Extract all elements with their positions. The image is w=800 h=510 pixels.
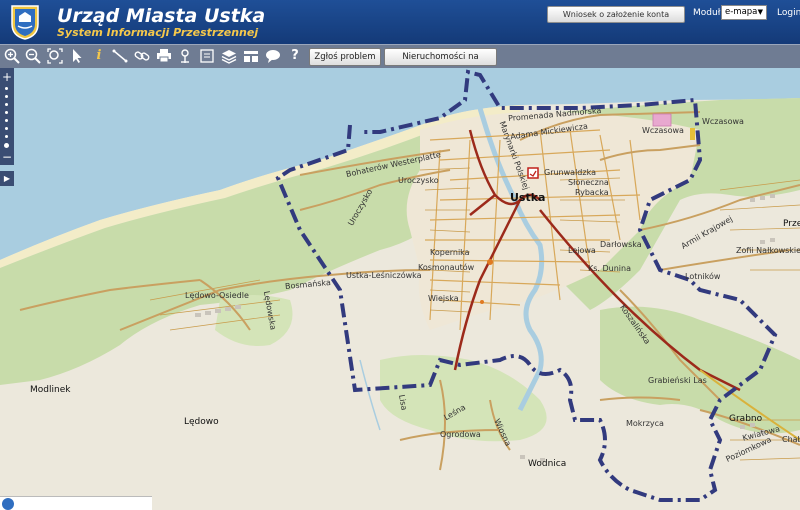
zoom-out-icon[interactable] [25,48,41,64]
legend-icon[interactable] [243,48,259,64]
zoom-level-dot[interactable] [5,135,8,138]
help-icon[interactable]: ? [287,48,303,64]
zoom-level-current[interactable] [4,143,9,148]
map-label-zofii: Zofii Nałkowskiej [736,246,800,255]
module-label: Moduł [693,8,721,18]
zoom-bar-plus-button[interactable]: + [0,71,14,83]
map-label-ustka: Ustka [510,191,546,204]
map-label-wiejska: Wiejska [428,294,459,303]
scale-bar [0,496,152,510]
map-label-darlowska: Darłowska [600,240,642,249]
zoom-in-icon[interactable] [4,48,20,64]
map-label-dunina: Ks. Dunina [588,264,631,273]
locate-icon[interactable] [177,48,193,64]
zoom-level-dot[interactable] [5,95,8,98]
module-select-value: e-mapa [725,7,758,17]
map-label-grabienski-las: Grabieński Las [648,376,707,385]
real-estate-for-sale-button[interactable]: Nieruchomości na sprzedaż [384,48,497,78]
layers-icon[interactable] [221,48,237,64]
scale-indicator-icon [2,498,14,510]
account-request-button[interactable]: Wniosek o założenie konta [547,6,685,23]
chevron-down-icon: ▼ [757,8,763,16]
map-label-mokrzyca: Mokrzyca [626,419,664,428]
zoom-level-dot[interactable] [5,119,8,122]
map-label-wczasowa: Wczasowa [642,126,684,135]
app-subtitle: System Informacji Przestrzennej [57,26,259,39]
app-header: Urząd Miasta Ustka System Informacji Prz… [0,0,800,44]
zoom-level-dot[interactable] [5,127,8,130]
zoom-level-dot[interactable] [5,87,8,90]
expand-panel-button[interactable]: ▶ [0,171,14,186]
map-label-grunwaldzka: Grunwaldzka [544,168,596,177]
info-icon[interactable]: i [91,48,107,64]
map-label-przem: Prze [783,219,800,229]
export-icon[interactable] [199,48,215,64]
map-canvas[interactable]: Ustka Modlinek Lędowo Wodnica Grabno Lęd… [0,68,800,510]
map-label-wodnica: Wodnica [528,459,567,469]
city-crest-logo [10,4,40,40]
map-toolbar: i ? Zgłoś problem Nieruchomości na sprze… [0,44,800,78]
app-title: Urząd Miasta Ustka [57,5,266,27]
zoom-level-dot[interactable] [5,103,8,106]
measure-icon[interactable] [112,48,128,64]
map-label-grabno: Grabno [729,414,763,424]
login-link[interactable]: Login [777,8,800,18]
map-label-ledowo-osiedle: Lędowo-Osiedle [185,291,249,300]
map-label-ledowo: Lędowo [184,417,219,427]
zoom-extent-icon[interactable] [47,48,63,64]
map-label-ustka-lesniczowka: Ustka-Leśniczówka [346,271,422,280]
map-label-modlinek: Modlinek [30,385,71,395]
map-label-ogrodowa: Ogrodowa [440,430,481,439]
zoom-bar-minus-button[interactable]: − [0,151,14,163]
map-label-kosmonautow: Kosmonautów [418,263,475,272]
print-icon[interactable] [156,48,172,64]
map-label-wczasowa-2: Wczasowa [702,117,744,126]
select-arrow-icon[interactable] [69,48,85,64]
map-label-rybacka: Rybacka [575,188,609,197]
zoom-level-dot[interactable] [5,111,8,114]
map-label-lejowa: Lejowa [568,246,596,255]
link-icon[interactable] [134,48,150,64]
report-problem-button[interactable]: Zgłoś problem [309,48,381,66]
module-select[interactable]: e-mapa ▼ [721,5,767,20]
map-label-lotnikow: Lotników [685,272,721,281]
map-label-chabrowa: Chabrowa [782,435,800,444]
comment-icon[interactable] [265,48,281,64]
map-label-uroczysko-2: Uroczysko [398,176,439,185]
map-label-kopernika: Kopernika [430,248,470,257]
zoom-bar: + − [0,68,14,165]
map-label-sloneczna: Słoneczna [568,178,609,187]
